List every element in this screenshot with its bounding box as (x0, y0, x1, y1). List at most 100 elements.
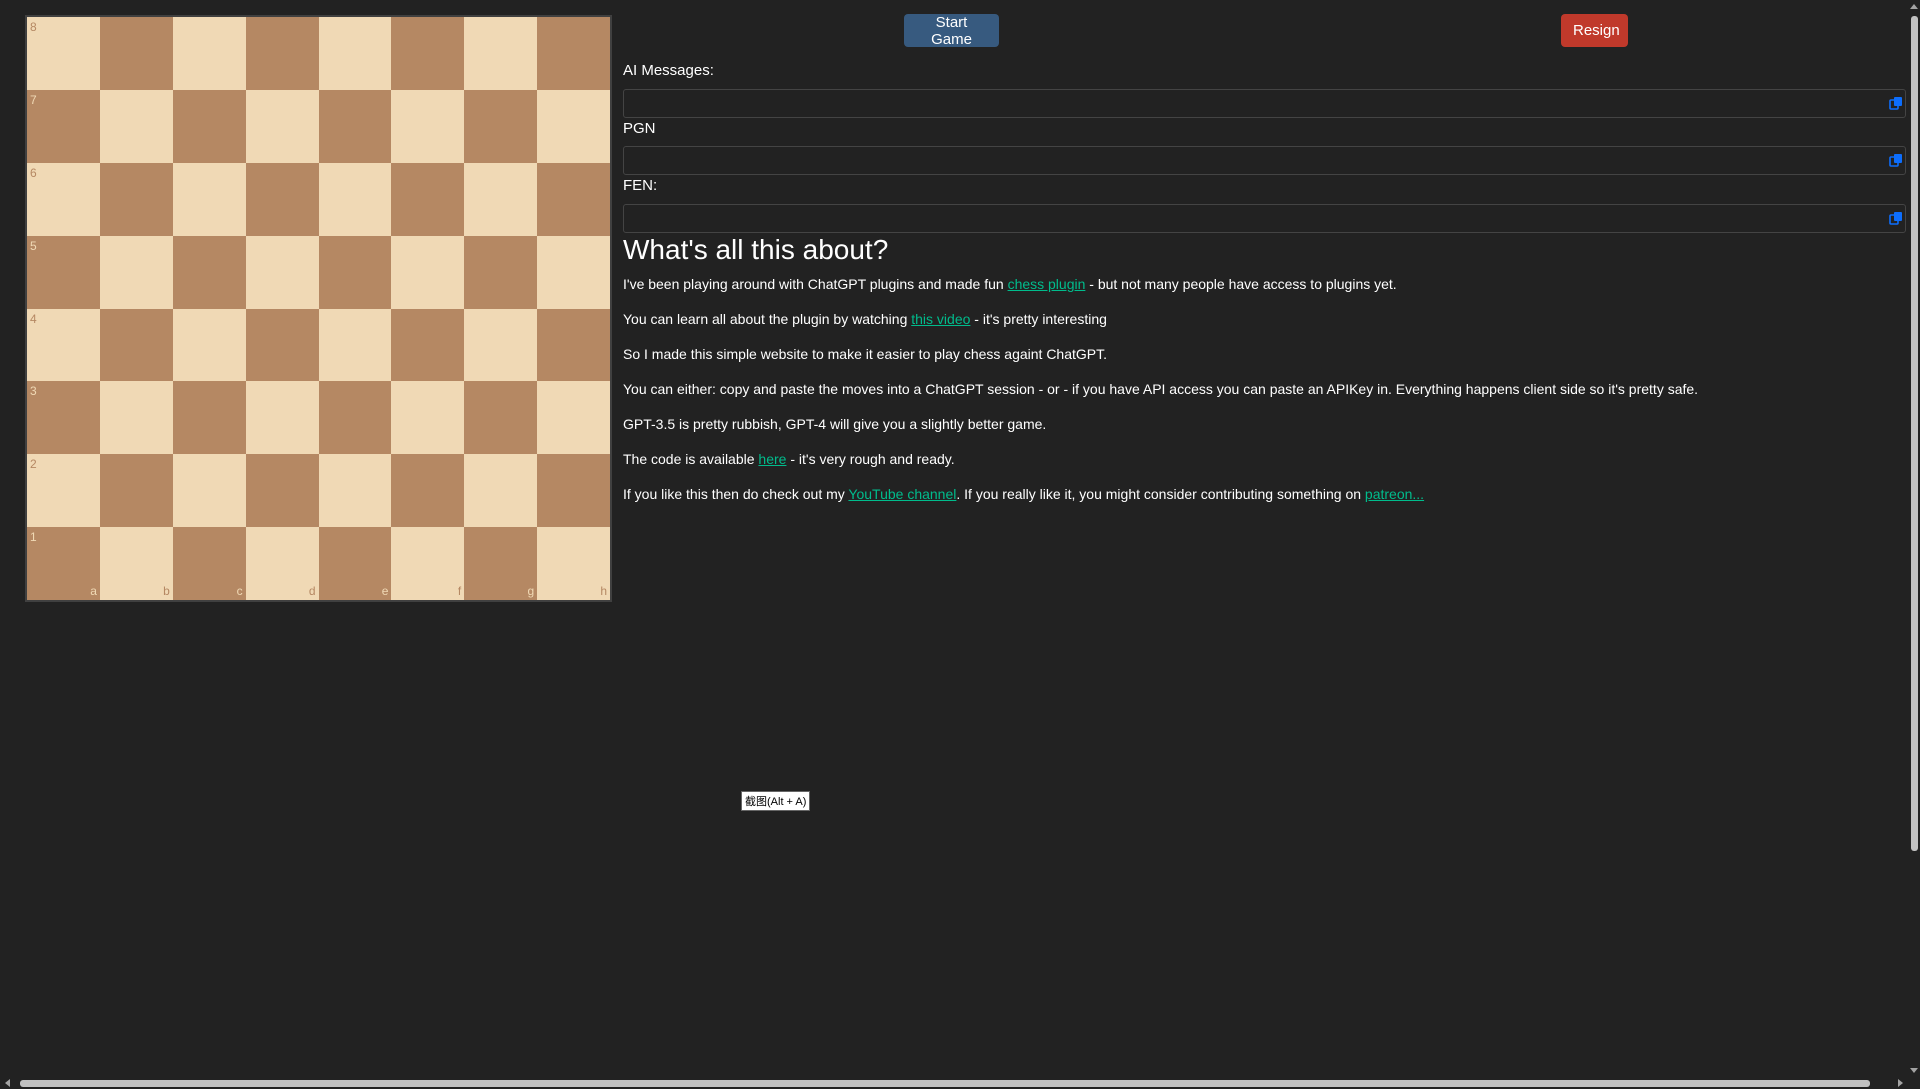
square-d1[interactable]: d (245, 527, 319, 600)
about-paragraph-3: So I made this simple website to make it… (623, 346, 1108, 362)
square-f8[interactable] (391, 17, 465, 90)
scroll-left-icon[interactable] (5, 1079, 10, 1087)
about-paragraph-4: You can either: copy and paste the moves… (623, 381, 1699, 397)
vertical-scrollbar[interactable] (1908, 0, 1920, 1077)
square-c8[interactable] (172, 17, 246, 90)
square-h3[interactable] (537, 381, 610, 455)
about-paragraph-7: If you like this then do check out my Yo… (623, 486, 1424, 502)
square-a1[interactable]: 1a (27, 527, 100, 600)
square-d5[interactable] (245, 235, 319, 309)
square-a3[interactable]: 3 (27, 381, 100, 455)
square-e8[interactable] (318, 17, 392, 90)
square-h6[interactable] (537, 162, 610, 236)
scroll-right-icon[interactable] (1898, 1079, 1903, 1087)
fen-label: FEN: (623, 177, 658, 194)
horizontal-scrollbar[interactable] (0, 1077, 1908, 1089)
square-d7[interactable] (245, 89, 319, 163)
this-video-link[interactable]: this video (911, 311, 970, 327)
square-g3[interactable] (464, 381, 538, 455)
youtube-channel-link[interactable]: YouTube channel (848, 486, 956, 502)
square-e2[interactable] (318, 454, 392, 528)
about-paragraph-6: The code is available here - it's very r… (623, 451, 955, 467)
square-d6[interactable] (245, 162, 319, 236)
square-a5[interactable]: 5 (27, 235, 100, 309)
square-e3[interactable] (318, 381, 392, 455)
square-e1[interactable]: e (318, 527, 392, 600)
square-b6[interactable] (99, 162, 173, 236)
rank-label: 6 (30, 165, 37, 180)
square-c3[interactable] (172, 381, 246, 455)
square-c6[interactable] (172, 162, 246, 236)
square-c7[interactable] (172, 89, 246, 163)
square-f7[interactable] (391, 89, 465, 163)
square-b4[interactable] (99, 308, 173, 382)
square-b2[interactable] (99, 454, 173, 528)
patreon-link[interactable]: patreon... (1365, 486, 1424, 502)
square-g4[interactable] (464, 308, 538, 382)
square-g8[interactable] (464, 17, 538, 90)
square-b5[interactable] (99, 235, 173, 309)
chessboard[interactable]: 8 7 6 5 43 2 1abcdefgh (25, 15, 612, 602)
square-h5[interactable] (537, 235, 610, 309)
rank-label: 2 (30, 457, 37, 472)
square-c5[interactable] (172, 235, 246, 309)
square-h2[interactable] (537, 454, 610, 528)
copy-icon[interactable] (1889, 211, 1903, 225)
square-c2[interactable] (172, 454, 246, 528)
square-h7[interactable] (537, 89, 610, 163)
square-c4[interactable] (172, 308, 246, 382)
square-a2[interactable]: 2 (27, 454, 100, 528)
square-f1[interactable]: f (391, 527, 465, 600)
square-f5[interactable] (391, 235, 465, 309)
copy-icon[interactable] (1889, 153, 1903, 167)
rank-label: 8 (30, 20, 37, 34)
text: - it's very rough and ready. (786, 451, 955, 467)
square-a4[interactable]: 4 (27, 308, 100, 382)
square-a8[interactable]: 8 (27, 17, 100, 90)
square-h8[interactable] (537, 17, 610, 90)
pgn-label: PGN (623, 120, 656, 137)
square-d3[interactable] (245, 381, 319, 455)
start-game-button[interactable]: Start Game (904, 14, 999, 48)
square-d2[interactable] (245, 454, 319, 528)
text: I've been playing around with ChatGPT pl… (623, 276, 1008, 292)
text: . If you really like it, you might consi… (956, 486, 1365, 502)
copy-icon[interactable] (1889, 96, 1903, 110)
square-d4[interactable] (245, 308, 319, 382)
square-b7[interactable] (99, 89, 173, 163)
square-e5[interactable] (318, 235, 392, 309)
square-b8[interactable] (99, 17, 173, 90)
square-b3[interactable] (99, 381, 173, 455)
square-b1[interactable]: b (99, 527, 173, 600)
chess-plugin-link[interactable]: chess plugin (1008, 276, 1086, 292)
square-h4[interactable] (537, 308, 610, 382)
code-here-link[interactable]: here (758, 451, 786, 467)
fen-field[interactable] (623, 204, 1906, 233)
square-e6[interactable] (318, 162, 392, 236)
scroll-up-icon[interactable] (1910, 4, 1918, 9)
square-e4[interactable] (318, 308, 392, 382)
square-g5[interactable] (464, 235, 538, 309)
square-g1[interactable]: g (464, 527, 538, 600)
square-a7[interactable]: 7 (27, 89, 100, 163)
rank-label: 5 (30, 238, 37, 253)
scroll-down-icon[interactable] (1910, 1068, 1918, 1073)
square-a6[interactable]: 6 (27, 162, 100, 236)
square-f6[interactable] (391, 162, 465, 236)
horizontal-scroll-thumb[interactable] (20, 1080, 1870, 1087)
square-f2[interactable] (391, 454, 465, 528)
square-d8[interactable] (245, 17, 319, 90)
square-e7[interactable] (318, 89, 392, 163)
square-c1[interactable]: c (172, 527, 246, 600)
square-f4[interactable] (391, 308, 465, 382)
square-g2[interactable] (464, 454, 538, 528)
resign-button[interactable]: Resign (1561, 14, 1628, 47)
square-g6[interactable] (464, 162, 538, 236)
screenshot-tooltip: 截图(Alt + A) (741, 791, 811, 811)
square-f3[interactable] (391, 381, 465, 455)
vertical-scroll-thumb[interactable] (1911, 16, 1918, 851)
square-g7[interactable] (464, 89, 538, 163)
ai-messages-field[interactable] (623, 89, 1906, 118)
square-h1[interactable]: h (537, 527, 610, 600)
pgn-field[interactable] (623, 146, 1906, 175)
